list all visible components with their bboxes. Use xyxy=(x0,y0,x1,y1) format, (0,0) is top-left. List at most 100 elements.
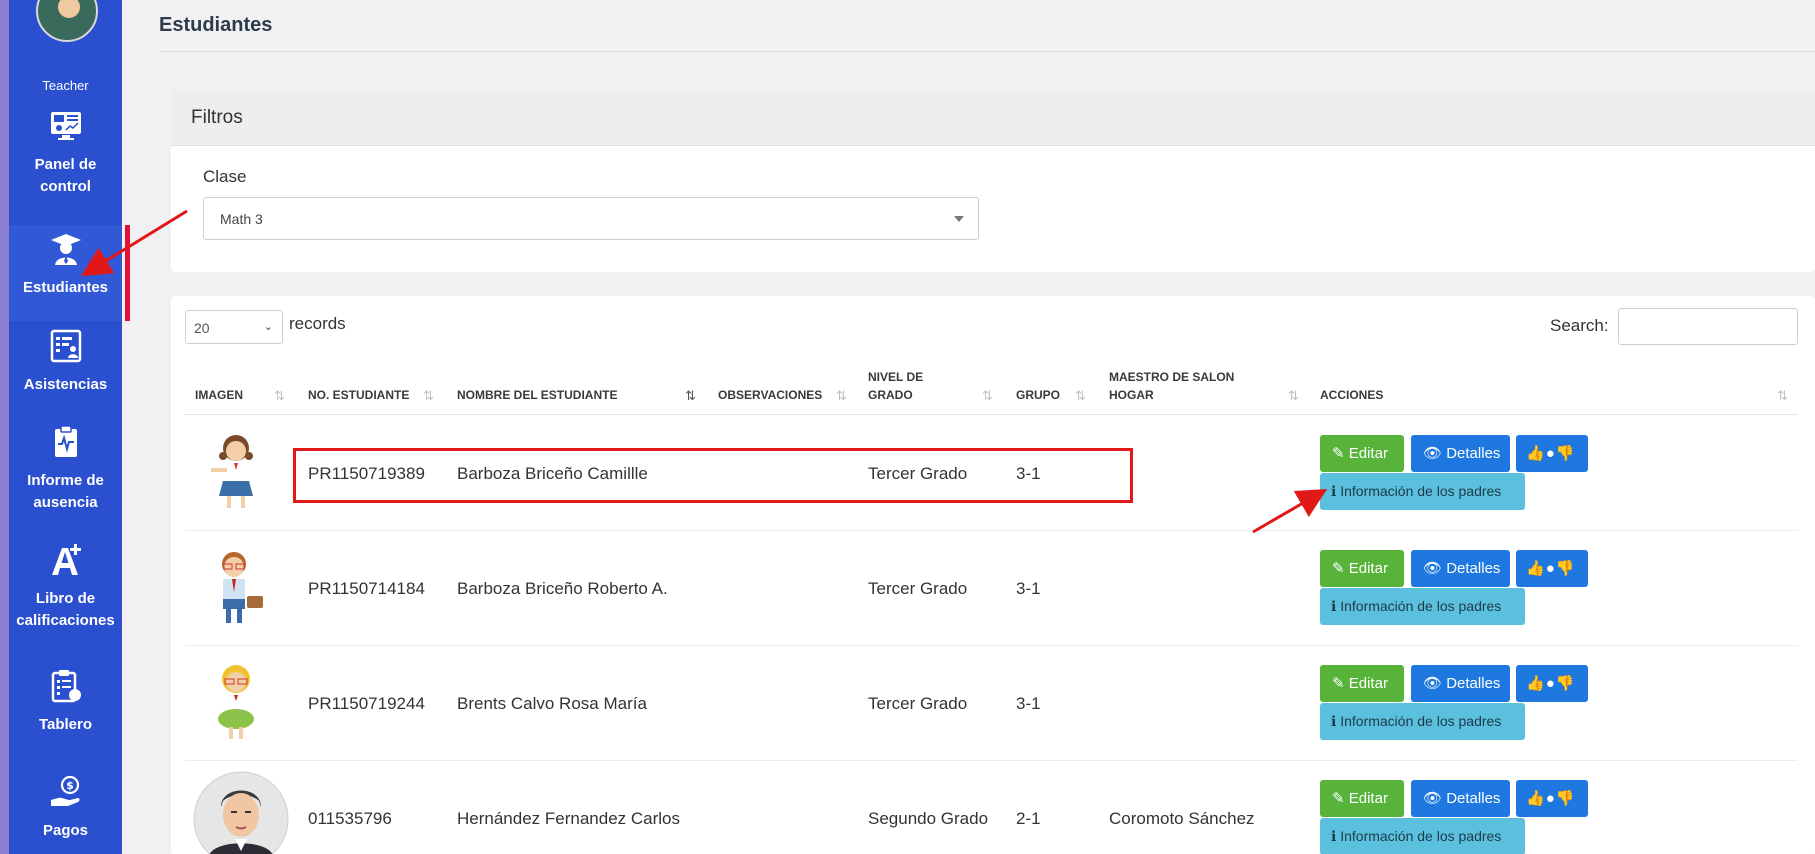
user-icon: ● xyxy=(1545,675,1556,692)
sidebar: Teacher Panel de control Estudiantes Asi… xyxy=(9,0,130,854)
user-icon: ● xyxy=(1545,790,1556,807)
rating-button[interactable]: 👍●👎 xyxy=(1516,550,1588,587)
sidebar-item-pagos[interactable]: $ Pagos xyxy=(9,774,122,842)
caret-down-icon xyxy=(954,216,964,222)
rating-button[interactable]: 👍●👎 xyxy=(1516,780,1588,817)
thumbs-up-icon: 👍 xyxy=(1526,790,1546,807)
eye-icon: 👁 xyxy=(1423,560,1443,577)
parents-info-label: Información de los padres xyxy=(1340,483,1502,499)
thumbs-down-icon: 👎 xyxy=(1555,675,1576,692)
student-name: Brents Calvo Rosa María xyxy=(457,694,647,713)
column-header-maestro[interactable]: MAESTRO DE SALON HOGAR xyxy=(1109,368,1249,404)
sidebar-item-informe-de-ausencia[interactable]: Informe de ausencia xyxy=(9,424,122,514)
divider xyxy=(185,530,1798,531)
edit-icon: ✎ xyxy=(1332,675,1345,692)
column-header-grupo[interactable]: GRUPO xyxy=(1016,386,1060,404)
clase-label: Clase xyxy=(203,167,247,186)
parents-info-button[interactable]: ℹ Información de los padres xyxy=(1320,703,1525,740)
student-avatar-girl xyxy=(211,435,253,508)
graduate-icon xyxy=(50,234,81,265)
page-length-select[interactable]: 20 ⌄ xyxy=(185,310,283,344)
edit-label: Editar xyxy=(1348,790,1388,807)
sidebar-item-tablero[interactable]: Tablero xyxy=(9,668,122,736)
thumbs-up-icon: 👍 xyxy=(1526,560,1546,577)
edit-label: Editar xyxy=(1348,560,1388,577)
details-label: Detalles xyxy=(1446,445,1501,462)
student-avatar-blonde-girl xyxy=(218,665,254,739)
parents-info-button[interactable]: ℹ Información de los padres xyxy=(1320,588,1525,625)
user-icon: ● xyxy=(1545,445,1556,462)
sort-icon[interactable]: ⇅ xyxy=(1288,388,1299,404)
column-header-imagen[interactable]: IMAGEN xyxy=(195,386,243,404)
grade-a-plus-icon xyxy=(51,544,81,575)
clase-select-value: Math 3 xyxy=(220,211,263,227)
active-indicator xyxy=(125,225,130,321)
column-header-nivel-de-grado[interactable]: NIVEL DE GRADO xyxy=(868,368,948,404)
rating-button[interactable]: 👍●👎 xyxy=(1516,435,1588,472)
student-name: Hernández Fernandez Carlos xyxy=(457,809,681,828)
sort-icon[interactable]: ⇅ xyxy=(423,388,434,404)
page-title: Estudiantes xyxy=(159,14,273,36)
sidebar-item-libro-de-calificaciones[interactable]: Libro de calificaciones xyxy=(9,542,122,632)
sidebar-item-panel-de-control[interactable]: Panel de control xyxy=(9,108,122,198)
eye-icon: 👁 xyxy=(1423,675,1443,692)
parents-info-label: Información de los padres xyxy=(1340,713,1502,729)
highlight-box xyxy=(293,448,1133,503)
sort-ascending-icon[interactable]: ⇅ xyxy=(685,388,696,404)
student-id: 011535796 xyxy=(308,809,392,828)
details-button[interactable]: 👁 Detalles xyxy=(1411,780,1510,817)
student-name: Barboza Briceño Roberto A. xyxy=(457,579,668,598)
student-homeroom-teacher: Coromoto Sánchez xyxy=(1109,809,1255,828)
edit-button[interactable]: ✎ Editar xyxy=(1320,435,1404,472)
sidebar-item-teacher[interactable]: Teacher xyxy=(9,75,122,97)
board-clipboard-icon xyxy=(51,670,81,703)
thumbs-down-icon: 👎 xyxy=(1555,790,1576,807)
sort-icon[interactable]: ⇅ xyxy=(1075,388,1086,404)
thumbs-up-icon: 👍 xyxy=(1526,445,1546,462)
edit-button[interactable]: ✎ Editar xyxy=(1320,550,1404,587)
edit-button[interactable]: ✎ Editar xyxy=(1320,780,1404,817)
sidebar-item-estudiantes[interactable]: Estudiantes xyxy=(9,225,122,321)
edit-icon: ✎ xyxy=(1332,790,1345,807)
sidebar-item-asistencias[interactable]: Asistencias xyxy=(9,328,122,396)
parents-info-label: Información de los padres xyxy=(1340,828,1502,844)
info-icon: ℹ xyxy=(1331,598,1337,614)
student-avatar-man xyxy=(193,771,289,854)
sort-icon[interactable]: ⇅ xyxy=(982,388,993,404)
details-label: Detalles xyxy=(1446,560,1501,577)
sort-icon[interactable]: ⇅ xyxy=(1777,388,1788,404)
user-icon: ● xyxy=(1545,560,1556,577)
details-button[interactable]: 👁 Detalles xyxy=(1411,665,1510,702)
search-input[interactable] xyxy=(1618,308,1798,345)
sort-icon[interactable]: ⇅ xyxy=(274,388,285,404)
thumbs-up-icon: 👍 xyxy=(1526,675,1546,692)
student-avatar-boy xyxy=(222,552,263,623)
sidebar-item-label: Informe de ausencia xyxy=(27,472,104,511)
thumbs-down-icon: 👎 xyxy=(1555,445,1576,462)
column-header-no-estudiante[interactable]: NO. ESTUDIANTE xyxy=(308,386,409,404)
parents-info-button[interactable]: ℹ Información de los padres xyxy=(1320,818,1525,854)
sort-icon[interactable]: ⇅ xyxy=(836,388,847,404)
column-header-observaciones[interactable]: OBSERVACIONES xyxy=(718,386,822,404)
sidebar-item-label: Pagos xyxy=(42,822,88,839)
sidebar-item-label: Teacher xyxy=(42,78,89,93)
details-label: Detalles xyxy=(1446,790,1501,807)
attendance-icon xyxy=(50,329,81,363)
eye-icon: 👁 xyxy=(1423,445,1443,462)
teacher-avatar[interactable] xyxy=(36,0,98,42)
eye-icon: 👁 xyxy=(1423,790,1443,807)
column-header-nombre[interactable]: NOMBRE DEL ESTUDIANTE xyxy=(457,386,617,404)
sidebar-item-label: Panel de control xyxy=(34,156,97,195)
details-button[interactable]: 👁 Detalles xyxy=(1411,550,1510,587)
divider xyxy=(159,51,1815,52)
clase-select[interactable]: Math 3 xyxy=(203,197,979,240)
student-id: PR1150714184 xyxy=(308,579,425,598)
edit-button[interactable]: ✎ Editar xyxy=(1320,665,1404,702)
rating-button[interactable]: 👍●👎 xyxy=(1516,665,1588,702)
column-header-acciones[interactable]: ACCIONES xyxy=(1320,386,1383,404)
divider xyxy=(185,645,1798,646)
info-icon: ℹ xyxy=(1331,828,1337,844)
details-button[interactable]: 👁 Detalles xyxy=(1411,435,1510,472)
parents-info-button[interactable]: ℹ Información de los padres xyxy=(1320,473,1525,510)
students-table-panel: 20 ⌄ records Search: IMAGEN ⇅ NO. ESTUDI… xyxy=(171,296,1815,854)
